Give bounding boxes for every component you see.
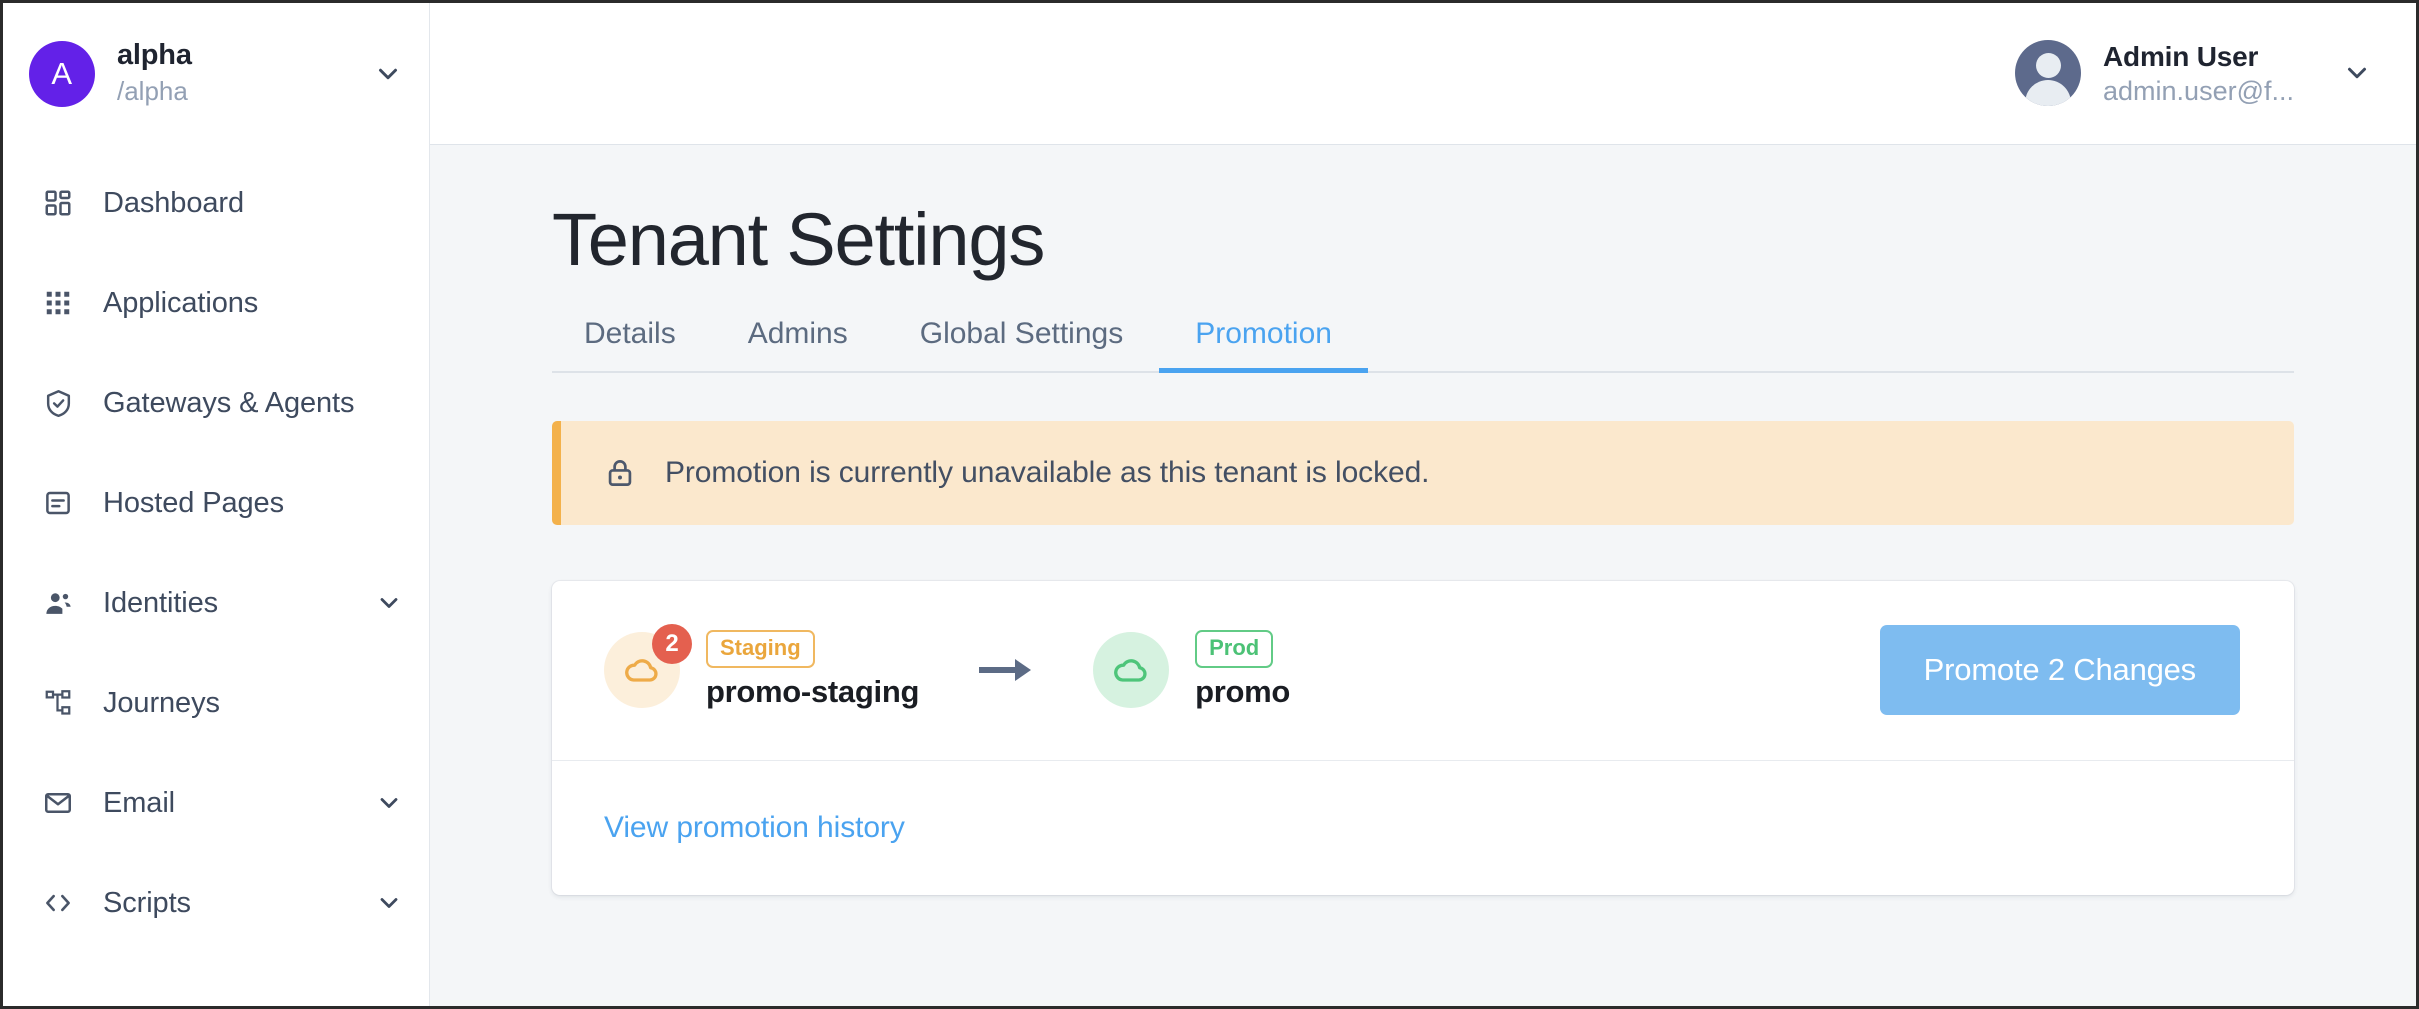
sidebar-item-journeys[interactable]: Journeys <box>3 653 429 753</box>
target-meta: Prod promo <box>1195 630 1290 710</box>
source-environment: 2 Staging promo-staging <box>604 630 919 710</box>
sidebar-item-label: Hosted Pages <box>103 487 403 520</box>
locked-warning-banner: Promotion is currently unavailable as th… <box>552 421 2294 525</box>
tenant-path: /alpha <box>117 75 351 109</box>
main-area: Admin User admin.user@f... Tenant Settin… <box>430 3 2416 1006</box>
chevron-down-icon[interactable] <box>373 59 403 89</box>
tenant-avatar: A <box>29 41 95 107</box>
topbar: Admin User admin.user@f... <box>430 3 2416 145</box>
tenant-switcher[interactable]: A alpha /alpha <box>3 3 429 145</box>
sidebar-item-label: Applications <box>103 287 403 320</box>
source-meta: Staging promo-staging <box>706 630 919 710</box>
arrow-right-icon <box>977 655 1033 685</box>
target-env-name: promo <box>1195 674 1290 710</box>
sidebar-item-label: Dashboard <box>103 187 403 220</box>
sidebar-item-hosted-pages[interactable]: Hosted Pages <box>3 453 429 553</box>
avatar-icon <box>2015 40 2081 106</box>
tab-bar: Details Admins Global Settings Promotion <box>552 317 2294 373</box>
document-icon <box>41 486 75 520</box>
chevron-down-icon[interactable] <box>375 889 403 917</box>
tenant-name: alpha <box>117 39 351 72</box>
users-icon <box>41 586 75 620</box>
chevron-down-icon[interactable] <box>2342 58 2372 88</box>
sidebar-item-label: Scripts <box>103 887 347 920</box>
app-window: A alpha /alpha Dashboard Applications <box>0 0 2419 1009</box>
target-env-tag: Prod <box>1195 630 1273 668</box>
tenant-text: alpha /alpha <box>117 39 351 108</box>
dashboard-icon <box>41 186 75 220</box>
promote-changes-button[interactable]: Promote 2 Changes <box>1880 625 2240 715</box>
page-content: Tenant Settings Details Admins Global Se… <box>430 145 2416 1006</box>
shield-check-icon <box>41 386 75 420</box>
banner-message: Promotion is currently unavailable as th… <box>665 456 1429 490</box>
source-env-name: promo-staging <box>706 674 919 710</box>
sidebar-item-label: Identities <box>103 587 347 620</box>
tab-global-settings[interactable]: Global Settings <box>884 317 1159 371</box>
target-cloud-bubble <box>1093 632 1169 708</box>
user-email: admin.user@f... <box>2103 76 2294 108</box>
tab-promotion[interactable]: Promotion <box>1159 317 1368 371</box>
source-cloud-bubble: 2 <box>604 632 680 708</box>
target-environment: Prod promo <box>1093 630 1290 710</box>
promotion-row: 2 Staging promo-staging <box>552 581 2294 761</box>
user-name: Admin User <box>2103 40 2294 73</box>
sidebar-item-identities[interactable]: Identities <box>3 553 429 653</box>
tab-details[interactable]: Details <box>552 317 712 371</box>
sidebar-item-scripts[interactable]: Scripts <box>3 853 429 953</box>
grid-apps-icon <box>41 286 75 320</box>
sidebar: A alpha /alpha Dashboard Applications <box>3 3 430 1006</box>
code-brackets-icon <box>41 886 75 920</box>
sidebar-item-label: Journeys <box>103 687 403 720</box>
change-count-badge: 2 <box>652 624 692 664</box>
tab-admins[interactable]: Admins <box>712 317 884 371</box>
lock-icon <box>603 456 637 490</box>
sidebar-item-dashboard[interactable]: Dashboard <box>3 153 429 253</box>
view-promotion-history-link[interactable]: View promotion history <box>604 811 905 845</box>
flow-tree-icon <box>41 686 75 720</box>
page-title: Tenant Settings <box>552 201 2294 279</box>
sidebar-item-applications[interactable]: Applications <box>3 253 429 353</box>
promotion-card-footer: View promotion history <box>552 761 2294 895</box>
sidebar-nav: Dashboard Applications Gateways & Agents… <box>3 145 429 1006</box>
chevron-down-icon[interactable] <box>375 789 403 817</box>
promotion-card: 2 Staging promo-staging <box>552 581 2294 895</box>
cloud-icon <box>1111 650 1151 690</box>
envelope-icon <box>41 786 75 820</box>
sidebar-item-label: Gateways & Agents <box>103 387 403 420</box>
chevron-down-icon[interactable] <box>375 589 403 617</box>
sidebar-item-email[interactable]: Email <box>3 753 429 853</box>
sidebar-item-label: Email <box>103 787 347 820</box>
sidebar-item-gateways-agents[interactable]: Gateways & Agents <box>3 353 429 453</box>
source-env-tag: Staging <box>706 630 815 668</box>
user-menu[interactable]: Admin User admin.user@f... <box>2015 40 2372 108</box>
user-text: Admin User admin.user@f... <box>2103 40 2294 108</box>
